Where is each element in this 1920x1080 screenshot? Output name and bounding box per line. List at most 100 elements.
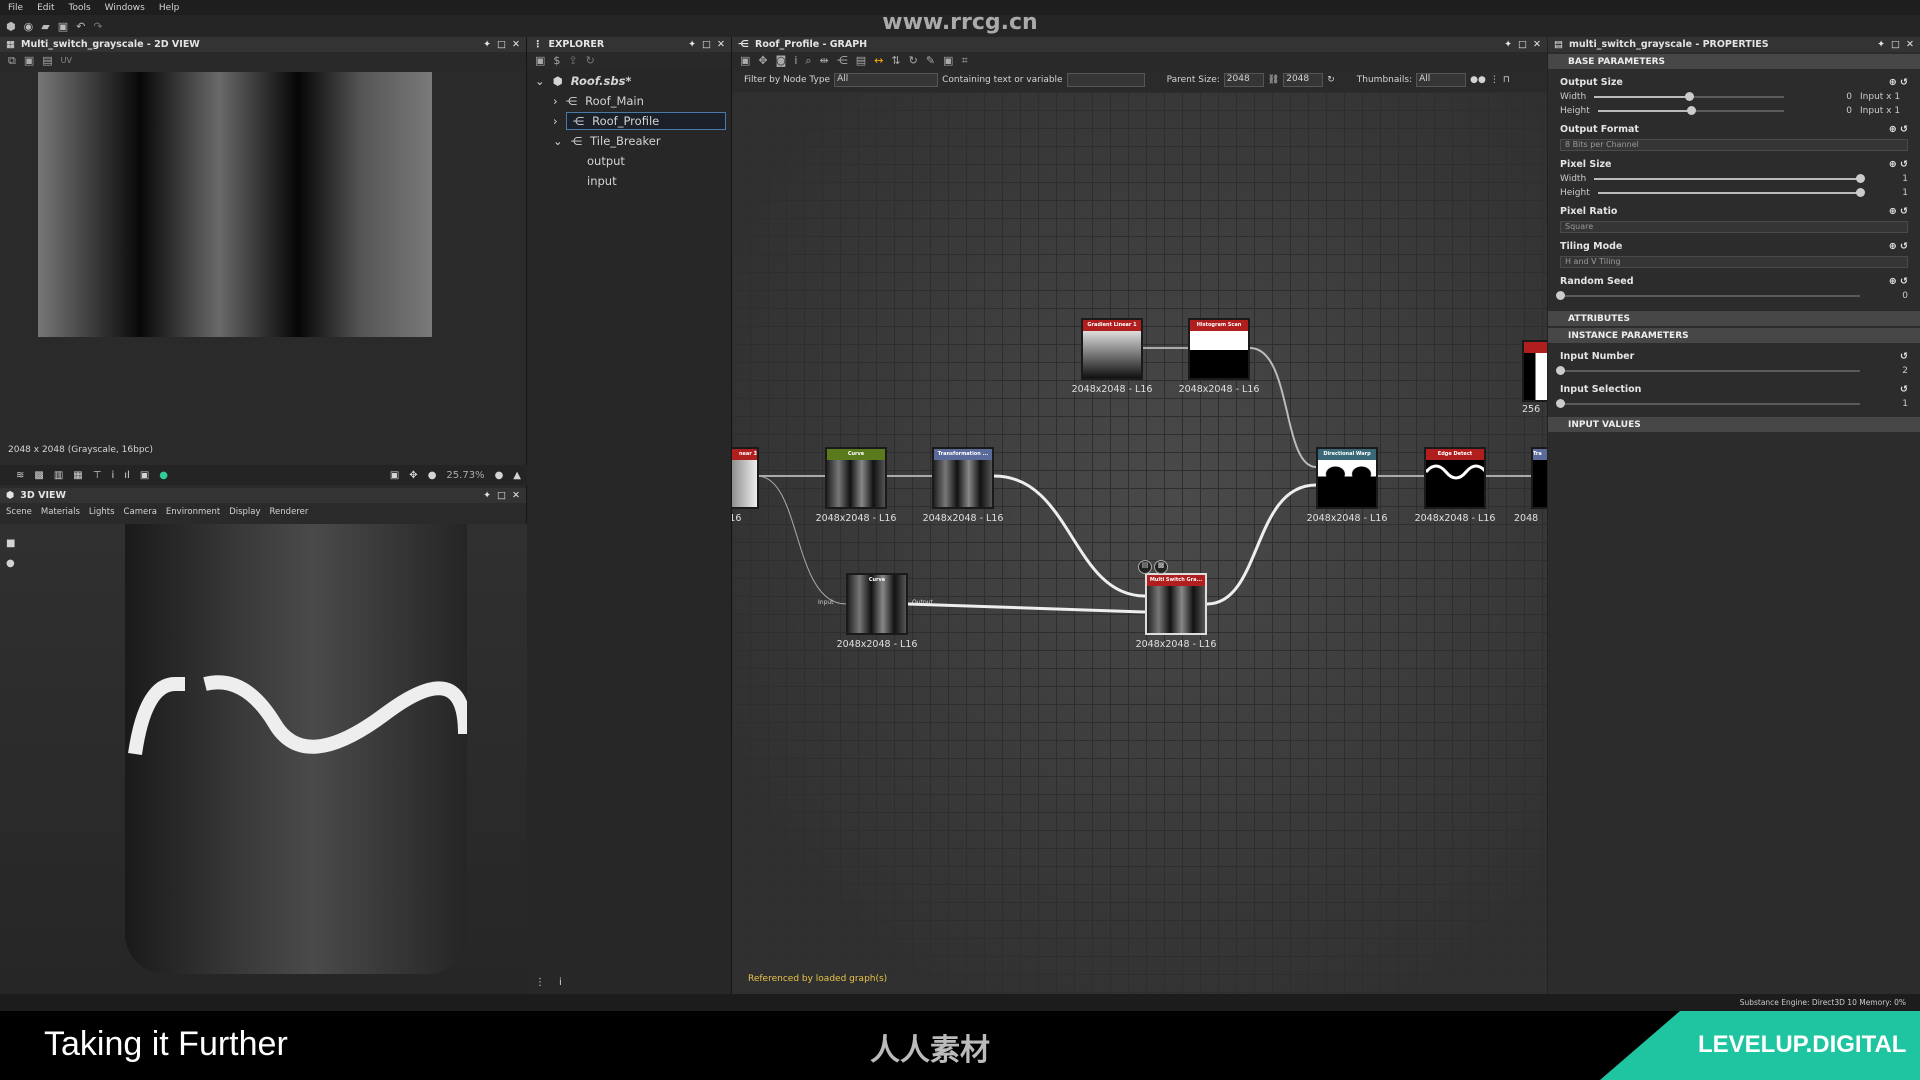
value[interactable]: 1 [1868, 399, 1908, 409]
vertical-icon[interactable]: ⋮ [1490, 75, 1499, 85]
input-selection-slider[interactable] [1556, 399, 1860, 408]
frame-icon[interactable]: ▣ [740, 54, 750, 67]
graph-canvas[interactable]: Gradient Linear 1 2048x2048 - L16 Histog… [732, 92, 1547, 994]
texture-preview[interactable] [38, 72, 432, 337]
rotate-icon[interactable]: ↻ [909, 54, 918, 67]
menu-camera[interactable]: Camera [124, 507, 157, 517]
info-icon[interactable]: i [559, 977, 562, 988]
tree-package[interactable]: ⌄ ⬢ Roof.sbs* [527, 71, 731, 91]
output-format-select[interactable]: 8 Bits per Channel [1560, 139, 1908, 151]
parent-width-select[interactable]: 2048 [1223, 73, 1264, 87]
tree-item-roof-profile[interactable]: › ⋲ Roof_Profile [527, 111, 731, 131]
expose-icon[interactable]: ⊕ ↺ [1889, 124, 1908, 135]
relative-value[interactable]: Input x 1 [1852, 92, 1908, 102]
document-icon[interactable]: ▤ [1138, 560, 1152, 574]
expose-icon[interactable]: ⊕ ↺ [1889, 206, 1908, 217]
tiling-mode-select[interactable]: H and V Tiling [1560, 256, 1908, 268]
value[interactable]: 1 [1868, 188, 1908, 198]
chevron-down-icon[interactable]: ⌄ [535, 74, 545, 88]
output-height-slider[interactable] [1597, 106, 1784, 115]
value[interactable]: 0 [1868, 291, 1908, 301]
pin-icon[interactable]: ✦ [483, 490, 491, 501]
section-instance-parameters[interactable]: INSTANCE PARAMETERS [1548, 328, 1920, 343]
export-icon[interactable]: ⧉ [8, 54, 16, 68]
node-gradient-linear-1[interactable]: Gradient Linear 1 [1081, 318, 1143, 380]
tools-icon[interactable]: ✎ [926, 54, 935, 67]
info-icon[interactable]: i [111, 470, 114, 481]
expose-icon[interactable]: ⊕ ↺ [1889, 276, 1908, 287]
tree-item-roof-main[interactable]: › ⋲ Roof_Main [527, 91, 731, 111]
value[interactable]: 0 [1792, 92, 1852, 102]
maximize-icon[interactable]: □ [702, 39, 711, 50]
dot-icon[interactable]: ⇅ [891, 54, 900, 67]
node-curve-2[interactable]: Curve [846, 573, 908, 635]
node-edge-detect[interactable]: Edge Detect [1424, 447, 1488, 509]
value[interactable]: 1 [1868, 174, 1908, 184]
copy-icon[interactable]: ▤ [42, 54, 52, 67]
grid-icon[interactable]: ⌗ [961, 54, 967, 68]
tree-toggle-icon[interactable]: ⋮ [535, 977, 545, 988]
random-seed-slider[interactable] [1556, 291, 1860, 300]
reset-icon[interactable]: ↺ [1900, 384, 1908, 395]
comment-icon[interactable]: ▤ [856, 54, 866, 67]
frame-node-icon[interactable]: ▣ [943, 54, 953, 67]
pin-icon[interactable]: ✦ [1877, 39, 1885, 50]
maximize-icon[interactable]: □ [1891, 39, 1900, 50]
histogram-icon[interactable]: ıl [124, 470, 130, 481]
graph-layout-icon[interactable]: ⋲ [837, 54, 848, 67]
fit-icon[interactable]: ▣ [390, 470, 399, 481]
chevron-right-icon[interactable]: › [553, 94, 558, 108]
section-attributes[interactable]: ATTRIBUTES [1548, 311, 1920, 326]
expose-icon[interactable]: ⊕ ↺ [1889, 241, 1908, 252]
refresh-icon[interactable]: ↻ [586, 54, 595, 67]
chevron-down-icon[interactable]: ⌄ [553, 134, 563, 148]
section-base-parameters[interactable]: BASE PARAMETERS [1548, 54, 1920, 69]
link-icon[interactable]: ⛓ [1268, 75, 1279, 85]
pin-icon[interactable]: ✦ [1504, 39, 1512, 50]
tree-item-tile-breaker[interactable]: ⌄ ⋲ Tile_Breaker [527, 131, 731, 151]
maximize-icon[interactable]: □ [497, 39, 506, 50]
camera-icon[interactable]: ■ [6, 538, 15, 549]
node-partial[interactable] [1522, 340, 1547, 402]
screenshot-icon[interactable]: ◙ [776, 54, 787, 67]
menu-renderer[interactable]: Renderer [270, 507, 309, 517]
menu-scene[interactable]: Scene [6, 507, 32, 517]
compact-icon[interactable]: ●● [1470, 75, 1486, 85]
relative-value[interactable]: Input x 1 [1852, 106, 1908, 116]
checker-icon[interactable]: ▩ [34, 470, 43, 481]
channels-icon[interactable]: ▥ [54, 470, 63, 481]
pixel-icon[interactable]: ⊤ [93, 470, 102, 481]
maximize-icon[interactable]: □ [497, 490, 506, 501]
thumbnails-select[interactable]: All [1416, 73, 1467, 87]
node-histogram-scan[interactable]: Histogram Scan [1188, 318, 1250, 380]
close-icon[interactable]: ✕ [717, 39, 725, 50]
center-icon[interactable]: ✥ [409, 470, 417, 481]
expose-icon[interactable]: ⊕ ↺ [1889, 159, 1908, 170]
menu-environment[interactable]: Environment [166, 507, 220, 517]
reset-icon[interactable]: ↺ [1900, 351, 1908, 362]
node-transformation[interactable]: Transformation ... [932, 447, 994, 509]
tree-item-output[interactable]: output [527, 151, 731, 171]
uv-toggle[interactable]: UV [61, 56, 72, 65]
pixel-height-slider[interactable] [1597, 188, 1865, 197]
close-icon[interactable]: ✕ [512, 39, 520, 50]
section-input-values[interactable]: INPUT VALUES [1548, 417, 1920, 432]
save-icon[interactable]: ▣ [535, 54, 545, 67]
close-icon[interactable]: ✕ [1906, 39, 1914, 50]
pin-icon[interactable]: ✦ [483, 39, 491, 50]
publish-icon[interactable]: ⇪ [568, 54, 577, 67]
pixel-width-slider[interactable] [1594, 174, 1865, 183]
node-transformation-2[interactable]: Tra [1531, 447, 1547, 509]
node-gradient-linear-3[interactable]: near 3 [732, 447, 759, 509]
checker-icon[interactable]: ▩ [1154, 560, 1168, 574]
close-icon[interactable]: ✕ [1533, 39, 1541, 50]
tree-item-input[interactable]: input [527, 171, 731, 191]
node-multi-switch[interactable]: Multi Switch Gra... [1145, 573, 1207, 635]
output-width-slider[interactable] [1594, 92, 1784, 101]
align-icon[interactable]: ⇹ [820, 54, 829, 67]
value[interactable]: 0 [1792, 106, 1852, 116]
info-icon[interactable]: i [794, 54, 797, 67]
maximize-icon[interactable]: □ [1518, 39, 1527, 50]
color-icon[interactable]: ● [159, 470, 168, 481]
layers-icon[interactable]: ≋ [16, 470, 24, 481]
